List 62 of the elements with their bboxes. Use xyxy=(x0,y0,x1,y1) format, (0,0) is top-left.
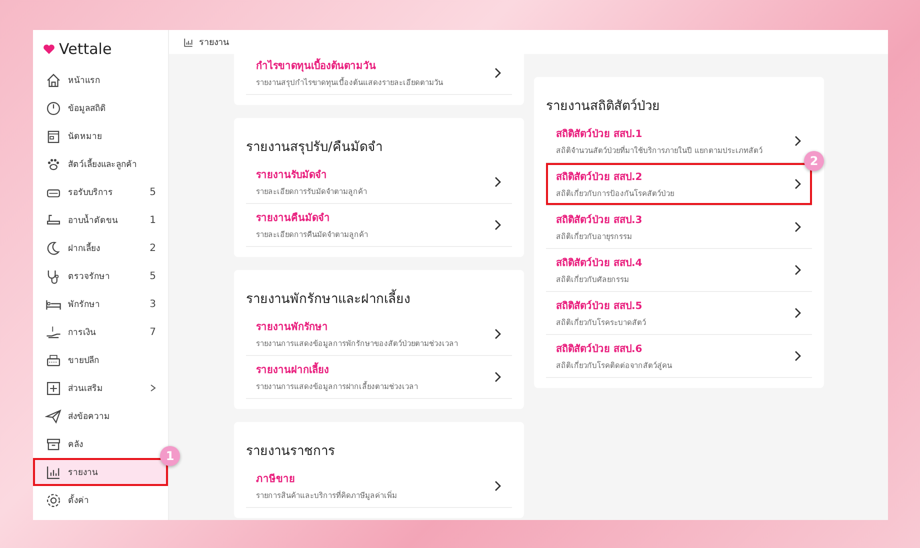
chevron-right-icon xyxy=(494,328,502,340)
report-title: สถิติสัตว์ป่วย สสป.2 xyxy=(556,170,644,184)
card-heading: รายงานสรุปรับ/คืนมัดจำ xyxy=(246,139,384,157)
sidebar-item[interactable]: ส่งข้อความ xyxy=(33,402,168,430)
sidebar-item[interactable]: ตรวจรักษา 5 xyxy=(33,262,168,290)
chevron-right-icon xyxy=(794,350,802,362)
report-title: รายงานรับมัดจำ xyxy=(256,168,328,182)
sidebar-item[interactable]: ฝากเลี้ยง 2 xyxy=(33,234,168,262)
sidebar-item[interactable]: รอรับบริการ 5 xyxy=(33,178,168,206)
step-number-badge: 1 xyxy=(160,446,180,466)
chevron-right-icon xyxy=(794,307,802,319)
sidebar-item[interactable]: รายงาน xyxy=(33,458,168,486)
chevron-right-icon xyxy=(494,480,502,492)
plus-square-icon xyxy=(45,380,62,396)
report-title: ภาษีขาย xyxy=(256,472,296,486)
report-title: รายงานพักรักษา xyxy=(256,320,329,334)
count-label: 3 xyxy=(150,298,156,310)
sidebar-item[interactable]: การเงิน 7 xyxy=(33,318,168,346)
breadcrumb: รายงาน xyxy=(199,37,229,49)
report-title: กำไรขาดทุนเบื้องต้นตามวัน xyxy=(256,58,494,73)
report-title: สถิติสัตว์ป่วย สสป.5 xyxy=(556,299,644,313)
count-label: 7 xyxy=(150,326,156,338)
sidebar-item[interactable]: นัดหมาย xyxy=(33,122,168,150)
sidebar-item[interactable]: ตั้งค่า xyxy=(33,486,168,514)
card-heading: รายงานราชการ xyxy=(246,443,336,461)
card-heading: รายงานพักรักษาและฝากเลี้ยง xyxy=(246,272,512,313)
sidebar-item[interactable]: สัตว์เลี้ยงและลูกค้า xyxy=(33,150,168,178)
paper-plane-icon xyxy=(45,408,62,424)
chevron-right-icon xyxy=(794,178,802,190)
sidebar-item[interactable]: พักรักษา 3 xyxy=(33,290,168,318)
count-label: 5 xyxy=(150,186,156,198)
bar-chart-icon xyxy=(183,36,194,48)
gauge-icon xyxy=(45,100,62,116)
bar-chart-icon xyxy=(45,464,62,480)
report-title: สถิติสัตว์ป่วย สสป.1 xyxy=(556,127,644,141)
report-title: สถิติสัตว์ป่วย สสป.3 xyxy=(556,213,644,227)
heart-logo-icon xyxy=(43,44,55,54)
report-title: รายงานคืนมัดจำ xyxy=(256,211,331,225)
count-label: 1 xyxy=(150,214,156,226)
report-title: รายงานฝากเลี้ยง xyxy=(256,362,494,377)
chevron-right-icon xyxy=(494,219,502,231)
settings-icon xyxy=(45,492,62,508)
sidebar-item[interactable]: ขายปลีก xyxy=(33,346,168,374)
step-number-badge: 2 xyxy=(804,151,824,171)
chevron-right-icon xyxy=(794,135,802,147)
app-logo: Vettale xyxy=(59,40,112,58)
count-label: 2 xyxy=(150,242,156,254)
chevron-right-icon xyxy=(794,221,802,233)
home-icon xyxy=(45,72,62,88)
chevron-right-icon xyxy=(494,176,502,188)
count-label: 5 xyxy=(150,270,156,282)
card-heading: รายงานสถิติสัตว์ป่วย xyxy=(546,98,661,116)
sidebar-item[interactable]: หน้าแรก xyxy=(33,66,168,94)
moon-icon xyxy=(45,240,62,256)
report-title: สถิติสัตว์ป่วย สสป.6 xyxy=(556,342,644,356)
sidebar-item[interactable]: ส่วนเสริม xyxy=(33,374,168,402)
sidebar-item[interactable]: ข้อมูลสถิติ xyxy=(33,94,168,122)
chevron-right-icon xyxy=(494,371,502,383)
sidebar-item[interactable]: อาบน้ำตัดขน 1 xyxy=(33,206,168,234)
chevron-right-icon xyxy=(494,67,502,79)
chevron-right-icon xyxy=(794,264,802,276)
report-title: สถิติสัตว์ป่วย สสป.4 xyxy=(556,256,644,270)
